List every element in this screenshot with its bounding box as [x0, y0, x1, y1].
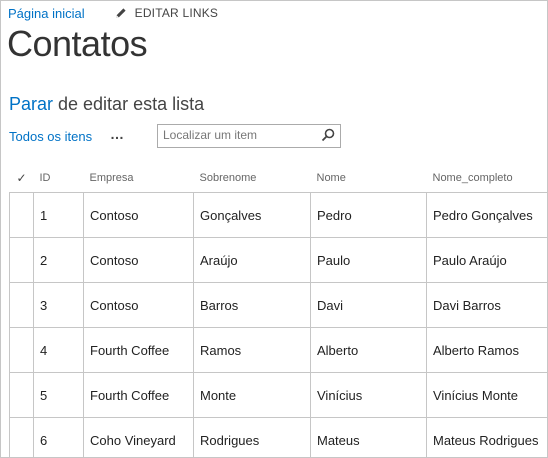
column-header-nome[interactable]: Nome — [310, 164, 427, 193]
cell-nome[interactable]: Paulo — [310, 237, 427, 283]
edit-links-label: EDITAR LINKS — [134, 6, 219, 20]
page-title: Contatos — [7, 23, 148, 64]
table-row[interactable]: 4 Fourth Coffee Ramos Alberto Alberto Ra… — [9, 327, 547, 373]
cell-sobrenome[interactable]: Barros — [193, 282, 311, 328]
cell-id[interactable]: 3 — [33, 282, 84, 328]
search-input[interactable] — [158, 125, 313, 145]
cell-nome[interactable]: Mateus — [310, 417, 427, 457]
cell-nome-completo[interactable]: Davi Barros — [426, 282, 547, 328]
cell-nome-completo[interactable]: Paulo Araújo — [426, 237, 547, 283]
cell-nome-completo[interactable]: Pedro Gonçalves — [426, 192, 547, 238]
pencil-icon — [115, 8, 126, 18]
row-select-cell[interactable] — [9, 417, 34, 457]
table-row[interactable]: 1 Contoso Gonçalves Pedro Pedro Gonçalve… — [9, 192, 547, 238]
table-row[interactable]: 3 Contoso Barros Davi Davi Barros — [9, 282, 547, 328]
cell-empresa[interactable]: Contoso — [83, 192, 194, 238]
column-header-nome-completo[interactable]: Nome_completo — [426, 164, 547, 193]
column-header-id[interactable]: ID — [33, 164, 84, 193]
column-header-empresa[interactable]: Empresa — [83, 164, 194, 193]
cell-sobrenome[interactable]: Monte — [193, 372, 311, 418]
cell-id[interactable]: 5 — [33, 372, 84, 418]
list-toolbar: Todos os itens … — [9, 123, 349, 149]
row-select-cell[interactable] — [9, 237, 34, 283]
more-options-button[interactable]: … — [110, 126, 125, 142]
cell-empresa[interactable]: Contoso — [83, 282, 194, 328]
row-select-cell[interactable] — [9, 372, 34, 418]
cell-empresa[interactable]: Coho Vineyard — [83, 417, 194, 457]
all-items-view[interactable]: Todos os itens — [9, 129, 92, 144]
cell-empresa[interactable]: Contoso — [83, 237, 194, 283]
edit-links-button[interactable]: EDITAR LINKS — [115, 6, 219, 20]
page-frame: Página inicial EDITAR LINKS Contatos Par… — [0, 0, 548, 458]
stop-editing-link[interactable]: Parar — [9, 94, 53, 114]
cell-empresa[interactable]: Fourth Coffee — [83, 327, 194, 373]
table-row[interactable]: 6 Coho Vineyard Rodrigues Mateus Mateus … — [9, 417, 547, 457]
cell-nome[interactable]: Pedro — [310, 192, 427, 238]
select-all-checkbox[interactable]: ✓ — [9, 164, 34, 193]
cell-sobrenome[interactable]: Araújo — [193, 237, 311, 283]
cell-nome-completo[interactable]: Vinícius Monte — [426, 372, 547, 418]
row-select-cell[interactable] — [9, 282, 34, 328]
cell-sobrenome[interactable]: Gonçalves — [193, 192, 311, 238]
row-select-cell[interactable] — [9, 327, 34, 373]
column-header-sobrenome[interactable]: Sobrenome — [193, 164, 311, 193]
table-row[interactable]: 5 Fourth Coffee Monte Vinícius Vinícius … — [9, 372, 547, 418]
cell-id[interactable]: 6 — [33, 417, 84, 457]
cell-id[interactable]: 1 — [33, 192, 84, 238]
cell-sobrenome[interactable]: Rodrigues — [193, 417, 311, 457]
cell-empresa[interactable]: Fourth Coffee — [83, 372, 194, 418]
cell-id[interactable]: 2 — [33, 237, 84, 283]
table-row[interactable]: 2 Contoso Araújo Paulo Paulo Araújo — [9, 237, 547, 283]
cell-nome[interactable]: Alberto — [310, 327, 427, 373]
home-link[interactable]: Página inicial — [8, 6, 85, 21]
contacts-table: ✓ ID Empresa Sobrenome Nome Nome_complet… — [9, 164, 547, 457]
cell-nome[interactable]: Vinícius — [310, 372, 427, 418]
top-nav: Página inicial EDITAR LINKS — [8, 4, 218, 22]
table-header-row: ✓ ID Empresa Sobrenome Nome Nome_complet… — [9, 164, 547, 193]
cell-nome-completo[interactable]: Alberto Ramos — [426, 327, 547, 373]
cell-id[interactable]: 4 — [33, 327, 84, 373]
search-box — [157, 124, 341, 148]
cell-sobrenome[interactable]: Ramos — [193, 327, 311, 373]
cell-nome-completo[interactable]: Mateus Rodrigues — [426, 417, 547, 457]
search-icon[interactable] — [321, 128, 335, 142]
stop-editing-text: de editar esta lista — [53, 94, 205, 114]
cell-nome[interactable]: Davi — [310, 282, 427, 328]
stop-editing-notice: Parar de editar esta lista — [9, 94, 204, 115]
row-select-cell[interactable] — [9, 192, 34, 238]
